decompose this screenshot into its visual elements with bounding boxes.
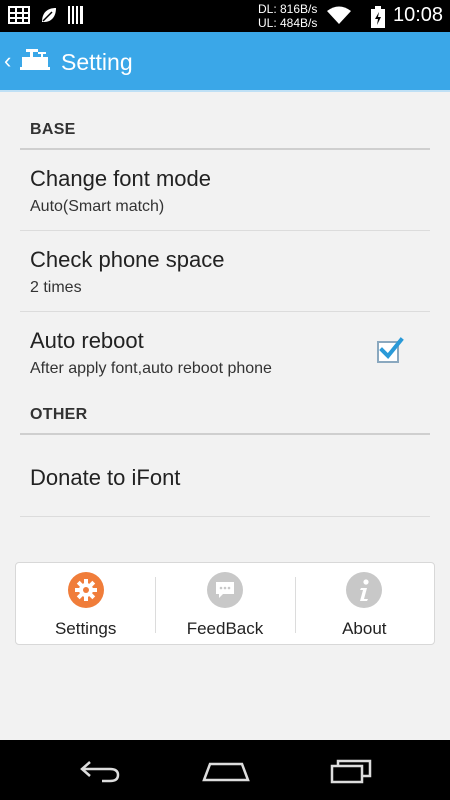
recents-icon[interactable] [330,758,374,784]
setting-check-phone-space[interactable]: Check phone space 2 times [20,231,430,312]
page-title: Setting [61,49,133,75]
setting-subtitle: 2 times [30,279,82,296]
setting-title: Donate to iFont [30,465,181,490]
setting-subtitle: Auto(Smart match) [30,198,165,215]
gear-icon [67,572,104,608]
wifi-icon [327,6,351,24]
setting-donate[interactable]: Donate to iFont [20,435,430,517]
upload-speed: UL: 484B/s [258,16,318,30]
tab-about[interactable]: About [294,563,434,644]
tab-feedback[interactable]: FeedBack [155,563,294,644]
home-icon[interactable] [202,758,250,784]
setting-title: Change font mode [30,166,212,191]
checkmark-icon [379,337,404,359]
auto-reboot-checkbox[interactable] [377,337,404,363]
network-speed: DL: 816B/s UL: 484B/s [258,2,317,30]
bottom-tabs: Settings FeedBack About [15,562,435,645]
barcode-icon [68,6,83,24]
status-bar: DL: 816B/s UL: 484B/s 10:08 [0,0,450,32]
tab-label: Settings [54,619,117,638]
navigation-bar [0,740,450,800]
leaf-icon [42,8,56,22]
back-chevron-icon[interactable]: ‹ [4,49,11,73]
section-header-label: BASE [30,121,76,138]
battery-icon [371,6,385,28]
app-logo-icon[interactable] [20,47,50,75]
chat-icon [206,572,243,608]
tab-label: FeedBack [186,619,264,638]
setting-title: Check phone space [30,247,225,272]
section-header-base: BASE [20,92,430,150]
download-speed: DL: 816B/s [258,2,318,16]
info-icon [346,572,383,608]
setting-title: Auto reboot [30,328,144,353]
settings-list: BASE Change font mode Auto(Smart match) … [20,92,430,517]
notification-icons [8,6,84,24]
tab-settings[interactable]: Settings [16,563,155,644]
back-icon[interactable] [78,758,122,784]
setting-auto-reboot[interactable]: Auto reboot After apply font,auto reboot… [20,312,430,393]
grid-icon [8,6,30,24]
clock: 10:08 [393,4,444,26]
app-bar: ‹ Setting [0,32,450,92]
section-header-label: OTHER [30,406,88,423]
section-header-other: OTHER [20,393,430,435]
tab-label: About [342,619,387,638]
setting-subtitle: After apply font,auto reboot phone [30,360,272,377]
setting-change-font-mode[interactable]: Change font mode Auto(Smart match) [20,150,430,231]
